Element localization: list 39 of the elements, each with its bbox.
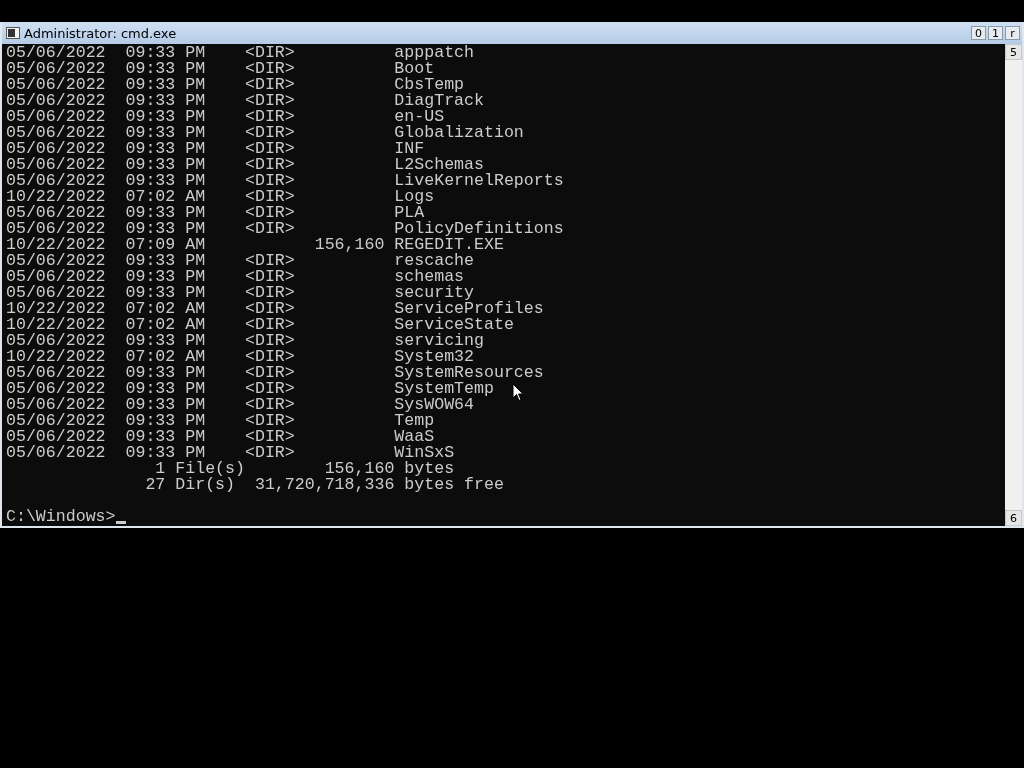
console-line: 05/06/2022 09:33 PM <DIR> Temp [6,413,435,429]
window-control-button[interactable]: 0 [971,26,986,40]
console-line: 05/06/2022 09:33 PM <DIR> SystemResources [6,365,544,381]
console-line: 05/06/2022 09:33 PM <DIR> Globalization [6,125,524,141]
console-window-icon [6,27,20,39]
console-line: 05/06/2022 09:33 PM <DIR> security [6,285,475,301]
console-line: 05/06/2022 09:33 PM <DIR> Boot [6,61,435,77]
console-line: 10/22/2022 07:02 AM <DIR> ServiceProfiles [6,301,544,317]
scrollbar[interactable]: 5 6 [1005,44,1022,526]
console-line: 05/06/2022 09:33 PM <DIR> CbsTemp [6,77,465,93]
console-line: 05/06/2022 09:33 PM <DIR> schemas [6,269,465,285]
console-line: 05/06/2022 09:33 PM <DIR> PolicyDefinitions [6,221,564,237]
console-line: 27 Dir(s) 31,720,718,336 bytes free [144,477,504,493]
scroll-up-button[interactable]: 5 [1005,44,1022,60]
console-line: 10/22/2022 07:02 AM <DIR> ServiceState [6,317,514,333]
text-cursor [115,521,126,524]
console-line: 05/06/2022 09:33 PM <DIR> INF [6,141,425,157]
console-line: 10/22/2022 07:09 AM 156,160 REGEDIT.EXE [6,237,504,253]
console-line: 05/06/2022 09:33 PM <DIR> servicing [6,333,484,349]
console-line: 05/06/2022 09:33 PM <DIR> rescache [6,253,475,269]
scroll-down-button[interactable]: 6 [1005,510,1022,526]
console-line: 05/06/2022 09:33 PM <DIR> WinSxS [6,445,455,461]
window-control-button[interactable]: 1 [988,26,1003,40]
console-line: 05/06/2022 09:33 PM <DIR> PLA [6,205,425,221]
console-line: 10/22/2022 07:02 AM <DIR> Logs [6,189,435,205]
console-line: 05/06/2022 09:33 PM <DIR> SysWOW64 [6,397,475,413]
console-line: 05/06/2022 09:33 PM <DIR> DiagTrack [6,93,484,109]
console-line: 05/06/2022 09:33 PM <DIR> apppatch [6,45,475,61]
window-title: Administrator: cmd.exe [24,25,178,41]
console-line: 1 File(s) 156,160 bytes [154,461,455,477]
console-line: 10/22/2022 07:02 AM <DIR> System32 [6,349,475,365]
console-line: 05/06/2022 09:33 PM <DIR> LiveKernelReports [6,173,564,189]
console-line: 05/06/2022 09:33 PM <DIR> SystemTemp [6,381,494,397]
mouse-pointer-icon [512,383,524,402]
console-line: 05/06/2022 09:33 PM <DIR> WaaS [6,429,435,445]
console-line: 05/06/2022 09:33 PM <DIR> en-US [6,109,445,125]
console-line: 05/06/2022 09:33 PM <DIR> L2Schemas [6,157,484,173]
command-prompt: C:\Windows> [6,509,116,525]
window-control-button[interactable]: r [1005,26,1020,40]
